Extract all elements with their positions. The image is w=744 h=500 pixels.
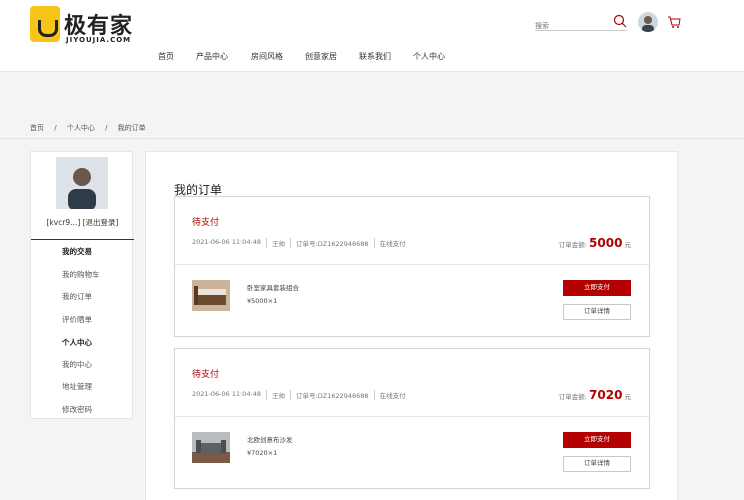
order-total: 订单金额: 7020 元: [559, 388, 631, 402]
nav-item-personal[interactable]: 个人中心: [413, 51, 453, 62]
search-box: [535, 13, 627, 34]
nav-item-home[interactable]: 首页: [158, 51, 196, 62]
user-avatar[interactable]: [638, 12, 658, 32]
user-info-line[interactable]: [kvcr9...] [退出登录]: [31, 217, 134, 228]
pay-now-button[interactable]: 立即支付: [563, 432, 631, 448]
sidebar-item-orders[interactable]: 我的订单: [62, 291, 92, 302]
breadcrumb-home[interactable]: 首页: [30, 124, 44, 132]
order-total-unit: 元: [624, 393, 632, 401]
product-image[interactable]: [192, 432, 230, 463]
site-header: 极有家 JIYOUJIA.COM 首页 产品中心 房间风格 创意家居 联系我们 …: [0, 0, 744, 72]
search-input[interactable]: [535, 18, 605, 34]
main-nav: 首页 产品中心 房间风格 创意家居 联系我们 个人中心: [158, 51, 453, 62]
order-payment-method: 在线支付: [379, 240, 406, 248]
order-payment-method: 在线支付: [379, 392, 406, 400]
order-recipient: 王帅: [267, 238, 292, 248]
sidebar-heading-personal: 个人中心: [62, 338, 92, 347]
account-sidebar: [kvcr9...] [退出登录] 我的交易 我的购物车 我的订单 评价晒单 个…: [30, 151, 134, 419]
product-price: ¥7020×1: [247, 449, 278, 457]
nav-item-products[interactable]: 产品中心: [196, 51, 251, 62]
logo-subtitle: JIYOUJIA.COM: [66, 36, 132, 44]
order-status: 待支付: [192, 218, 220, 228]
search-icon[interactable]: [613, 14, 627, 28]
product-name[interactable]: 卧室家具套装组合: [247, 282, 299, 292]
order-datetime: 2021-06-06 11:04:48: [192, 390, 268, 400]
order-total-label: 订单金额:: [558, 393, 587, 401]
sidebar-item-reviews[interactable]: 评价晒单: [62, 314, 92, 325]
sidebar-heading-transactions: 我的交易: [62, 247, 92, 256]
order-card: 待支付 2021-06-06 11:04:48 王帅 订单号:DZ1622948…: [174, 348, 650, 489]
order-datetime: 2021-06-06 11:04:48: [192, 238, 268, 248]
pay-now-button[interactable]: 立即支付: [563, 280, 631, 296]
site-logo[interactable]: 极有家 JIYOUJIA.COM: [30, 6, 140, 46]
order-detail-button[interactable]: 订单详情: [563, 456, 631, 472]
orders-panel: 我的订单 待支付 2021-06-06 11:04:48 王帅 订单号:DZ16…: [145, 151, 678, 500]
order-meta: 2021-06-06 11:04:48 王帅 订单号:DZ1622948688 …: [192, 390, 411, 400]
logo-badge-icon: [30, 6, 60, 42]
nav-item-contact[interactable]: 联系我们: [359, 51, 413, 62]
order-number: 订单号:DZ1622948688: [291, 390, 375, 400]
product-price: ¥5000×1: [247, 297, 278, 305]
order-status: 待支付: [192, 370, 220, 380]
cart-icon[interactable]: [667, 15, 681, 29]
order-recipient: 王帅: [267, 390, 292, 400]
order-total-unit: 元: [624, 241, 632, 249]
order-total-amount: 7020: [589, 388, 623, 402]
breadcrumb-current: 我的订单: [117, 124, 146, 132]
profile-avatar: [56, 157, 108, 209]
sidebar-item-cart[interactable]: 我的购物车: [62, 269, 100, 280]
order-detail-button[interactable]: 订单详情: [563, 304, 631, 320]
sidebar-item-my-center[interactable]: 我的中心: [62, 359, 92, 370]
order-divider: [175, 264, 649, 265]
breadcrumb-personal[interactable]: 个人中心: [67, 124, 95, 132]
content-divider: [0, 138, 744, 139]
breadcrumb: 首页 / 个人中心 / 我的订单: [30, 123, 154, 133]
nav-item-creative[interactable]: 创意家居: [305, 51, 359, 62]
product-name[interactable]: 北欧创意布沙发: [247, 434, 293, 444]
order-card: 待支付 2021-06-06 11:04:48 王帅 订单号:DZ1622948…: [174, 196, 650, 337]
sidebar-item-address[interactable]: 地址管理: [62, 381, 92, 392]
sidebar-divider: [31, 239, 134, 240]
order-total: 订单金额: 5000 元: [559, 236, 631, 250]
sidebar-item-password[interactable]: 修改密码: [62, 404, 92, 415]
breadcrumb-separator: /: [54, 124, 57, 132]
breadcrumb-separator: /: [105, 124, 108, 132]
order-number: 订单号:DZ1622948688: [291, 238, 375, 248]
product-image[interactable]: [192, 280, 230, 311]
order-meta: 2021-06-06 11:04:48 王帅 订单号:DZ1622948688 …: [192, 238, 411, 248]
order-divider: [175, 416, 649, 417]
order-total-amount: 5000: [589, 236, 623, 250]
nav-item-room-style[interactable]: 房间风格: [251, 51, 305, 62]
order-total-label: 订单金额:: [558, 241, 587, 249]
